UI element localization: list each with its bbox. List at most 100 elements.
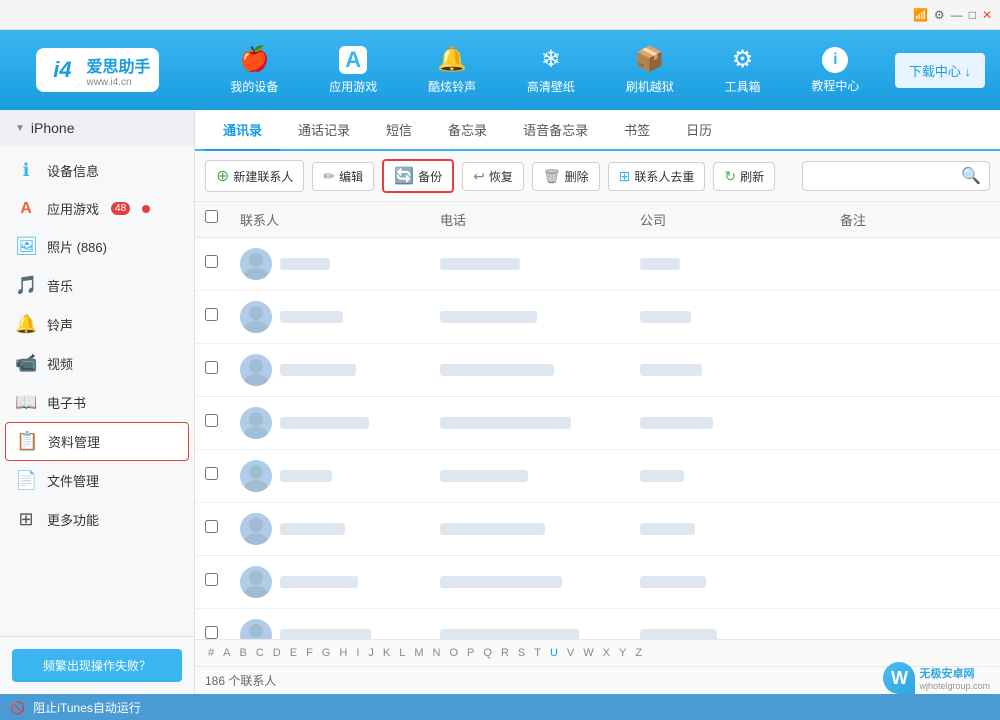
minimize-icon[interactable]: —: [951, 8, 963, 22]
alphabet-char-m[interactable]: M: [411, 645, 426, 661]
nav-wallpaper[interactable]: ❄ 高清壁纸: [517, 39, 585, 101]
tab-voice-notes[interactable]: 语音备忘录: [505, 110, 606, 151]
tab-notes[interactable]: 备忘录: [430, 110, 505, 151]
alphabet-char-d[interactable]: D: [270, 645, 284, 661]
logo-icon: i4: [44, 52, 80, 88]
sidebar-item-ebook[interactable]: 📖 电子书: [0, 383, 194, 422]
alphabet-char-w[interactable]: W: [580, 645, 596, 661]
sidebar-item-music[interactable]: 🎵 音乐: [0, 266, 194, 305]
row-select-checkbox[interactable]: [205, 361, 218, 374]
table-row[interactable]: [195, 238, 1000, 291]
alphabet-char-f[interactable]: F: [303, 645, 316, 661]
alphabet-char-q[interactable]: Q: [480, 645, 495, 661]
row-select-checkbox[interactable]: [205, 520, 218, 533]
row-select-checkbox[interactable]: [205, 414, 218, 427]
row-select-checkbox[interactable]: [205, 308, 218, 321]
row-select-checkbox[interactable]: [205, 626, 218, 639]
download-button[interactable]: 下载中心 ↓: [895, 53, 985, 88]
row-checkbox: [205, 573, 240, 591]
alphabet-char-s[interactable]: S: [515, 645, 528, 661]
refresh-button[interactable]: ↻ 刷新: [713, 162, 775, 191]
tab-contacts[interactable]: 通讯录: [205, 110, 280, 151]
alphabet-char-r[interactable]: R: [498, 645, 512, 661]
table-row[interactable]: [195, 291, 1000, 344]
row-select-checkbox[interactable]: [205, 467, 218, 480]
search-icon[interactable]: 🔍: [961, 166, 981, 186]
table-row[interactable]: [195, 503, 1000, 556]
close-icon[interactable]: ✕: [982, 8, 992, 22]
new-contact-button[interactable]: ⊕ 新建联系人: [205, 160, 304, 192]
table-row[interactable]: [195, 556, 1000, 609]
row-select-checkbox[interactable]: [205, 573, 218, 586]
contact-company: [640, 258, 680, 270]
restore-icon[interactable]: □: [969, 8, 976, 22]
select-all-checkbox[interactable]: [205, 210, 218, 223]
tab-sms[interactable]: 短信: [368, 110, 430, 151]
col-contact: 联系人: [240, 210, 440, 229]
row-select-checkbox[interactable]: [205, 255, 218, 268]
table-row[interactable]: [195, 397, 1000, 450]
sidebar-item-photos[interactable]: 🖼 照片 (886): [0, 227, 194, 266]
sidebar-item-data-mgmt[interactable]: 📋 资料管理: [5, 422, 189, 461]
alphabet-char-t[interactable]: T: [531, 645, 544, 661]
nav-jailbreak[interactable]: 📦 刷机越狱: [616, 39, 684, 101]
tab-calendar[interactable]: 日历: [668, 110, 730, 151]
search-input[interactable]: [811, 169, 961, 183]
sidebar-item-label: 设备信息: [47, 161, 99, 180]
alphabet-char-p[interactable]: P: [464, 645, 477, 661]
sidebar-item-file-mgmt[interactable]: 📄 文件管理: [0, 461, 194, 500]
nav-wallpaper-label: 高清壁纸: [527, 78, 575, 95]
help-button[interactable]: 频繁出现操作失败？: [12, 649, 182, 682]
sidebar-item-apps[interactable]: A 应用游戏 48: [0, 190, 194, 227]
sidebar-item-device-info[interactable]: ℹ 设备信息: [0, 151, 194, 190]
alphabet-char-a[interactable]: A: [220, 645, 233, 661]
delete-button[interactable]: 🗑 删除: [532, 162, 600, 191]
nav-tutorials[interactable]: i 教程中心: [801, 41, 869, 100]
table-row[interactable]: [195, 450, 1000, 503]
alphabet-char-k[interactable]: K: [380, 645, 393, 661]
sidebar-item-more[interactable]: ⊞ 更多功能: [0, 500, 194, 539]
sidebar-item-ringtone[interactable]: 🔔 铃声: [0, 305, 194, 344]
tab-call-log[interactable]: 通话记录: [280, 110, 368, 151]
alphabet-char-h[interactable]: H: [336, 645, 350, 661]
alphabet-char-n[interactable]: N: [430, 645, 444, 661]
nav-app-games[interactable]: A 应用游戏: [319, 40, 387, 101]
sidebar-item-video[interactable]: 📹 视频: [0, 344, 194, 383]
alphabet-char-b[interactable]: B: [236, 645, 249, 661]
table-row[interactable]: [195, 344, 1000, 397]
file-icon: 📄: [15, 470, 37, 491]
alphabet-char-g[interactable]: G: [319, 645, 334, 661]
table-row[interactable]: [195, 609, 1000, 639]
logo-name: 爱思助手: [86, 53, 150, 77]
alphabet-char-c[interactable]: C: [253, 645, 267, 661]
company-cell: [640, 470, 840, 482]
book-icon: 📖: [15, 392, 37, 413]
contact-phone: [440, 470, 528, 482]
alphabet-char-i[interactable]: I: [353, 645, 362, 661]
edit-button[interactable]: ✏ 编辑: [312, 162, 374, 191]
restore-button[interactable]: ↩ 恢复: [462, 162, 524, 191]
alphabet-char-x[interactable]: X: [600, 645, 613, 661]
tab-bookmarks[interactable]: 书签: [606, 110, 668, 151]
alphabet-char-j[interactable]: J: [365, 645, 377, 661]
edit-label: 编辑: [339, 168, 363, 185]
nav-ringtones[interactable]: 🔔 酷炫铃声: [418, 39, 486, 101]
alphabet-char-#[interactable]: #: [205, 645, 217, 661]
alphabet-char-v[interactable]: V: [564, 645, 577, 661]
watermark-logo: W: [883, 662, 915, 694]
alphabet-char-u[interactable]: U: [547, 645, 561, 661]
nav-my-device[interactable]: 🍎 我的设备: [220, 39, 288, 101]
company-cell: [640, 311, 840, 323]
alphabet-char-l[interactable]: L: [396, 645, 408, 661]
contact-cell: [240, 407, 440, 439]
alphabet-char-o[interactable]: O: [446, 645, 461, 661]
restore-arrow-icon: ↩: [473, 168, 485, 185]
alphabet-char-z[interactable]: Z: [632, 645, 645, 661]
alphabet-char-e[interactable]: E: [287, 645, 300, 661]
backup-button[interactable]: 🔄 备份: [382, 159, 454, 193]
nav-toolbox[interactable]: ⚙ 工具箱: [715, 39, 771, 101]
contact-name: [280, 576, 358, 588]
contact-phone: [440, 417, 571, 429]
merge-button[interactable]: ⊞ 联系人去重: [608, 162, 706, 191]
alphabet-char-y[interactable]: Y: [616, 645, 629, 661]
